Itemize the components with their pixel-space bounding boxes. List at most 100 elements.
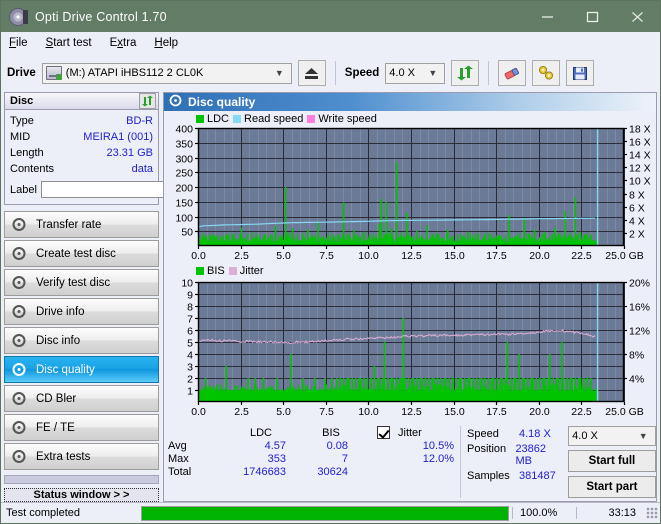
legend-entry: Read speed bbox=[233, 113, 303, 125]
svg-text:150: 150 bbox=[175, 198, 193, 210]
svg-text:22.5: 22.5 bbox=[571, 250, 592, 262]
test-speed-select[interactable]: 4.0 X ▼ bbox=[568, 426, 656, 446]
jitter-checkbox[interactable] bbox=[377, 426, 390, 439]
svg-text:5.0: 5.0 bbox=[276, 250, 291, 262]
legend-entry: BIS bbox=[196, 265, 225, 277]
svg-text:20.0: 20.0 bbox=[529, 406, 550, 418]
sidebar-item-verify-test-disc[interactable]: Verify test disc bbox=[4, 269, 159, 296]
sidebar-item-drive-info[interactable]: Drive info bbox=[4, 298, 159, 325]
minimize-button[interactable] bbox=[525, 1, 570, 32]
disc-row-key: Type bbox=[10, 115, 34, 127]
stats-header-ldc: LDC bbox=[249, 426, 272, 439]
disc-row-contents: Contents data bbox=[10, 162, 153, 176]
svg-text:12.5: 12.5 bbox=[401, 250, 422, 262]
sidebar-item-label: Transfer rate bbox=[36, 218, 102, 231]
svg-text:2: 2 bbox=[187, 374, 193, 386]
svg-text:2.5: 2.5 bbox=[234, 250, 249, 262]
disc-transfer-icon bbox=[12, 217, 27, 232]
menu-help[interactable]: Help bbox=[154, 37, 178, 49]
svg-text:15.0: 15.0 bbox=[444, 250, 465, 262]
menu-start-test[interactable]: Start test bbox=[46, 37, 92, 49]
stats-max-ldc: 353 bbox=[267, 453, 286, 465]
sidebar-item-cd-bler[interactable]: CD Bler bbox=[4, 385, 159, 412]
sidebar-item-disc-quality[interactable]: Disc quality bbox=[4, 356, 159, 383]
disc-row-key: Contents bbox=[10, 163, 55, 175]
sidebar-item-transfer-rate[interactable]: Transfer rate bbox=[4, 211, 159, 238]
toolbar-separator bbox=[334, 61, 336, 85]
start-part-button[interactable]: Start part bbox=[568, 476, 656, 498]
sidebar-item-disc-info[interactable]: Disc info bbox=[4, 327, 159, 354]
svg-text:8%: 8% bbox=[629, 350, 644, 362]
chevron-down-icon: ▼ bbox=[428, 68, 438, 78]
bis-chart-svg: 12345678910 4% 8% 12% 16% 20% 0.0 2.5 5.0 7.5 10.0… bbox=[181, 278, 650, 419]
status-window-button[interactable]: Status window > > bbox=[4, 487, 159, 502]
disc-verify-icon bbox=[12, 275, 27, 290]
refresh-button[interactable] bbox=[451, 60, 480, 86]
tools-button[interactable] bbox=[532, 60, 561, 86]
disc-row-value: data bbox=[131, 163, 153, 175]
bis-chart: BIS Jitter 1 2 3 4 5 6 7 8 9 10 4% 8% 12% 16% 20% 0.0 2.5… bbox=[166, 264, 654, 422]
legend-label: LDC bbox=[207, 113, 230, 125]
stats-max-bis: 7 bbox=[341, 453, 348, 465]
progress-bar bbox=[141, 505, 509, 521]
menu-extra[interactable]: Extra bbox=[110, 37, 137, 49]
speed-select-value: 4.0 X bbox=[389, 67, 415, 79]
disc-bler-icon bbox=[12, 391, 27, 406]
samples-key: Samples bbox=[467, 470, 510, 482]
drive-select[interactable]: (M:) ATAPI iHBS112 2 CL0K ▼ bbox=[41, 62, 292, 84]
erase-button[interactable] bbox=[498, 60, 527, 86]
disc-quality-icon bbox=[169, 94, 182, 110]
svg-text:7.5: 7.5 bbox=[319, 406, 334, 418]
disc-refresh-button[interactable] bbox=[139, 93, 156, 109]
close-button[interactable] bbox=[615, 1, 660, 32]
stats-row-key: Total bbox=[168, 466, 192, 478]
stats-header-jitter: Jitter bbox=[398, 426, 422, 439]
svg-text:300: 300 bbox=[175, 154, 193, 166]
disc-info-box: Type BD-R MID MEIRA1 (001) Length 23.31 … bbox=[4, 109, 245, 205]
svg-text:5.0: 5.0 bbox=[276, 406, 291, 418]
drive-icon bbox=[45, 66, 62, 80]
speed-key: Speed bbox=[467, 428, 499, 440]
maximize-button[interactable] bbox=[570, 1, 615, 32]
disc-extra-icon bbox=[12, 449, 27, 464]
save-button[interactable] bbox=[566, 60, 595, 86]
svg-text:14 X: 14 X bbox=[629, 150, 651, 162]
svg-text:12%: 12% bbox=[629, 326, 650, 338]
sidebar-item-fe-te[interactable]: FE / TE bbox=[4, 414, 159, 441]
sidebar-item-label: Create test disc bbox=[36, 247, 116, 260]
speed-select[interactable]: 4.0 X ▼ bbox=[385, 62, 446, 84]
legend-swatch-icon bbox=[196, 267, 204, 275]
disc-fete-icon bbox=[12, 420, 27, 435]
disc-panel-title: Disc bbox=[10, 95, 34, 107]
stats-avg-jitter: 10.5% bbox=[422, 440, 454, 452]
stats-row-key: Avg bbox=[168, 440, 187, 452]
stats-avg-bis: 0.08 bbox=[326, 440, 348, 452]
stats-row-key: Max bbox=[168, 453, 189, 465]
sidebar-item-extra-tests[interactable]: Extra tests bbox=[4, 443, 159, 470]
svg-text:16 X: 16 X bbox=[629, 137, 651, 149]
wrench-icon bbox=[538, 66, 553, 80]
stats-right-panel: Speed 4.18 X Position 23862 MB Samples 3… bbox=[460, 426, 656, 498]
speed-label: Speed bbox=[344, 67, 380, 79]
resize-grip[interactable] bbox=[646, 507, 658, 519]
stats-avg-ldc: 4.57 bbox=[264, 440, 286, 452]
page-title: Disc quality bbox=[188, 95, 256, 109]
sidebar-item-create-test-disc[interactable]: Create test disc bbox=[4, 240, 159, 267]
disc-row-length: Length 23.31 GB bbox=[10, 146, 153, 160]
eject-button[interactable] bbox=[297, 60, 326, 86]
svg-text:100: 100 bbox=[175, 213, 193, 225]
sidebar-item-label: Disc info bbox=[36, 334, 81, 347]
disc-label-key: Label bbox=[10, 183, 37, 196]
disc-row-key: Length bbox=[10, 147, 44, 159]
svg-text:4: 4 bbox=[187, 350, 193, 362]
action-buttons: 4.0 X ▼ Start full Start part bbox=[568, 426, 656, 498]
menu-file[interactable]: FFileile bbox=[9, 37, 28, 49]
stats-table: LDC BIS Jitter Avg 4.57 0.08 10.5% Max 3… bbox=[168, 426, 460, 498]
svg-text:8 X: 8 X bbox=[629, 190, 645, 202]
start-full-button[interactable]: Start full bbox=[568, 450, 656, 472]
disc-row-key: MID bbox=[10, 131, 31, 143]
position-key: Position bbox=[467, 443, 507, 455]
svg-text:8: 8 bbox=[187, 302, 193, 314]
progress-percent: 100.0% bbox=[512, 507, 576, 519]
legend-label: Read speed bbox=[244, 113, 304, 125]
